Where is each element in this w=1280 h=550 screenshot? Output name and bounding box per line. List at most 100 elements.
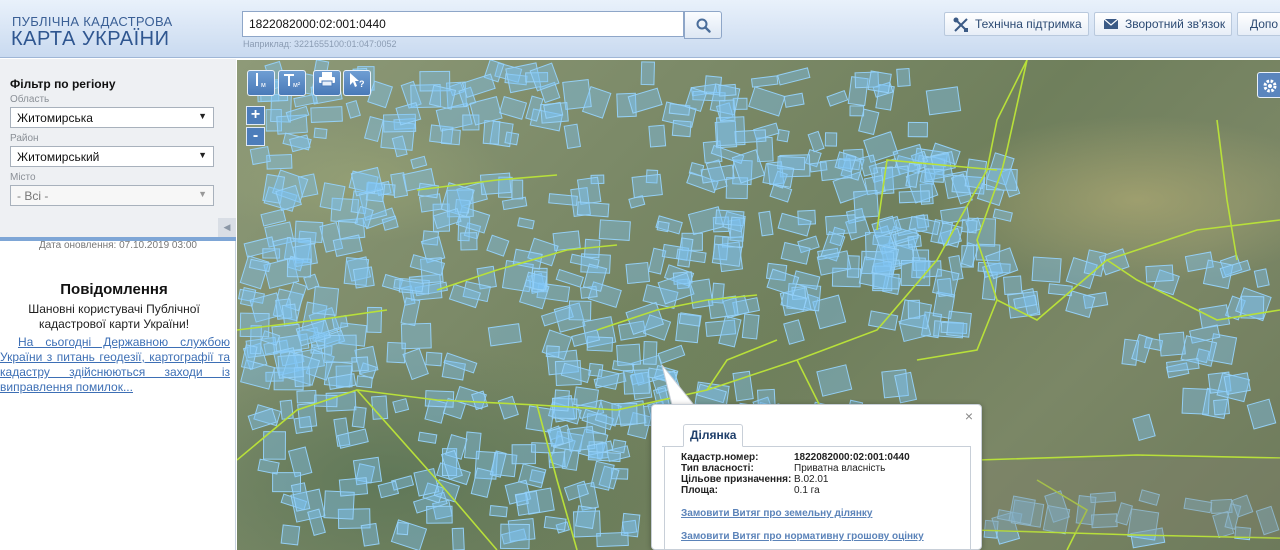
zoom-out-button[interactable]: -: [246, 127, 265, 146]
parcel-shape[interactable]: [460, 232, 478, 251]
parcel-shape[interactable]: [563, 123, 582, 150]
parcel-shape[interactable]: [853, 189, 880, 219]
parcel-shape[interactable]: [625, 261, 650, 285]
parcel-shape[interactable]: [280, 524, 301, 546]
parcel-shape[interactable]: [587, 450, 621, 463]
parcel-shape[interactable]: [364, 116, 384, 143]
parcel-shape[interactable]: [807, 130, 825, 153]
cadastral-search-input[interactable]: [242, 11, 684, 37]
parcel-shape[interactable]: [734, 129, 767, 144]
search-button[interactable]: [684, 11, 722, 39]
parcel-shape[interactable]: [762, 163, 795, 188]
parcel-shape[interactable]: [611, 439, 627, 454]
parcel-shape[interactable]: [486, 234, 510, 257]
parcel-shape[interactable]: [657, 344, 686, 365]
parcel-shape[interactable]: [482, 119, 501, 145]
parcel-shape[interactable]: [623, 369, 650, 395]
parcel-shape[interactable]: [400, 297, 421, 327]
parcel-shape[interactable]: [296, 389, 317, 404]
parcel-shape[interactable]: [351, 406, 367, 429]
parcel-shape[interactable]: [395, 101, 422, 126]
parcel-shape[interactable]: [657, 272, 695, 305]
parcel-shape[interactable]: [907, 299, 921, 319]
parcel-shape[interactable]: [718, 83, 737, 97]
more-button[interactable]: Допо: [1237, 12, 1280, 36]
parcel-shape[interactable]: [595, 368, 620, 390]
parcel-shape[interactable]: [400, 322, 432, 350]
parcel-shape[interactable]: [548, 193, 578, 206]
parcel-shape[interactable]: [907, 121, 928, 138]
parcel-shape[interactable]: [573, 386, 600, 409]
parcel-shape[interactable]: [545, 345, 560, 358]
parcel-shape[interactable]: [1132, 413, 1156, 441]
parcel-shape[interactable]: [640, 61, 656, 86]
layers-settings-button[interactable]: [1257, 72, 1280, 98]
parcel-shape[interactable]: [338, 477, 369, 497]
parcel-shape[interactable]: [894, 371, 918, 404]
parcel-shape[interactable]: [684, 86, 708, 113]
parcel-shape[interactable]: [867, 70, 892, 94]
parcel-shape[interactable]: [946, 310, 972, 338]
parcel-shape[interactable]: [451, 527, 465, 550]
parcel-shape[interactable]: [312, 286, 340, 316]
parcel-shape[interactable]: [511, 179, 524, 200]
parcel-shape[interactable]: [360, 522, 380, 547]
parcel-shape[interactable]: [286, 258, 312, 278]
parcel-shape[interactable]: [440, 128, 461, 146]
parcel-shape[interactable]: [313, 127, 328, 139]
parcel-shape[interactable]: [992, 208, 1013, 222]
parcel-shape[interactable]: [1223, 372, 1251, 395]
parcel-shape[interactable]: [656, 220, 670, 233]
parcel-shape[interactable]: [310, 106, 343, 123]
parcel-shape[interactable]: [849, 105, 865, 117]
parcel-shape[interactable]: [247, 407, 277, 431]
parcel-shape[interactable]: [1165, 358, 1200, 373]
parcel-shape[interactable]: [479, 172, 512, 196]
parcel-shape[interactable]: [960, 219, 978, 234]
parcel-shape[interactable]: [873, 273, 900, 290]
parcel-shape[interactable]: [576, 201, 610, 218]
parcel-shape[interactable]: [907, 235, 922, 248]
parcel-shape[interactable]: [758, 210, 774, 237]
parcel-shape[interactable]: [825, 214, 857, 236]
tab-parcel[interactable]: Ділянка: [683, 424, 744, 447]
misto-select[interactable]: - Всі - ▼: [10, 185, 214, 206]
parcel-shape[interactable]: [729, 216, 746, 242]
parcel-shape[interactable]: [279, 399, 294, 420]
parcel-shape[interactable]: [598, 219, 631, 241]
parcel-shape[interactable]: [777, 67, 811, 86]
area-measure-button[interactable]: м²: [278, 70, 306, 96]
zoom-in-button[interactable]: +: [246, 106, 265, 125]
parcel-shape[interactable]: [514, 492, 529, 507]
oblast-select[interactable]: Житомирська ▼: [10, 107, 214, 128]
parcel-shape[interactable]: [277, 354, 304, 379]
parcel-shape[interactable]: [1213, 398, 1230, 416]
parcel-shape[interactable]: [677, 237, 694, 268]
parcel-shape[interactable]: [1158, 331, 1186, 357]
parcel-shape[interactable]: [783, 92, 805, 108]
parcel-shape[interactable]: [616, 343, 642, 367]
parcel-shape[interactable]: [543, 101, 564, 119]
parcel-shape[interactable]: [824, 132, 838, 147]
parcel-shape[interactable]: [898, 190, 931, 204]
parcel-shape[interactable]: [1253, 268, 1270, 288]
parcel-shape[interactable]: [410, 155, 428, 170]
parcel-shape[interactable]: [426, 505, 453, 524]
parcel-shape[interactable]: [671, 119, 692, 138]
parcel-shape[interactable]: [576, 176, 602, 205]
parcel-shape[interactable]: [470, 467, 494, 498]
parcel-shape[interactable]: [766, 268, 800, 297]
parcel-shape[interactable]: [487, 323, 522, 347]
parcel-shape[interactable]: [642, 340, 658, 365]
parcel-shape[interactable]: [532, 270, 548, 291]
parcel-shape[interactable]: [868, 310, 899, 331]
parcel-shape[interactable]: [249, 145, 272, 166]
support-button[interactable]: Технічна підтримка: [944, 12, 1089, 36]
parcel-shape[interactable]: [1003, 275, 1023, 295]
parcel-shape[interactable]: [924, 168, 945, 183]
parcel-shape[interactable]: [345, 100, 361, 119]
parcel-shape[interactable]: [932, 268, 960, 298]
parcel-shape[interactable]: [489, 505, 508, 518]
message-link[interactable]: На сьогодні Державною службою України з …: [0, 335, 230, 395]
parcel-shape[interactable]: [425, 351, 443, 367]
